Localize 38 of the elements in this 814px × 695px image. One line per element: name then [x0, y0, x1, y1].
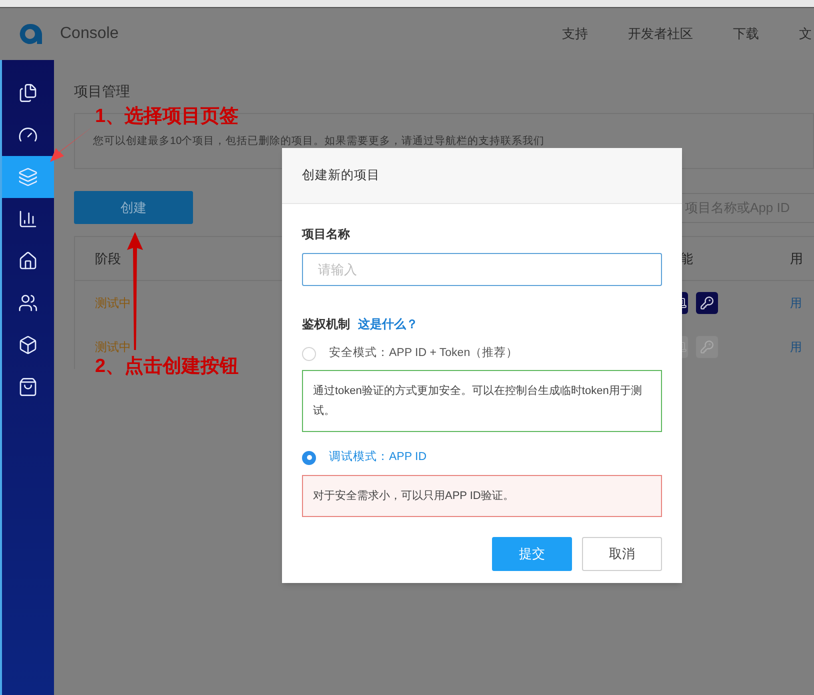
create-button[interactable]: 创建 — [74, 191, 193, 224]
users-icon — [18, 293, 38, 313]
radio-button[interactable] — [302, 450, 316, 465]
annotation-text: 1、选择项目页签 — [95, 106, 239, 128]
notice-text: 您可以创建最多10个项目，包括已删除的项目。如果需要更多，请通过导航栏的支持联系我们 — [93, 134, 545, 149]
key-icon — [700, 340, 714, 354]
brand-name: Console — [60, 24, 119, 44]
box-icon — [18, 335, 38, 355]
nav-link[interactable]: 下载 — [733, 24, 759, 44]
input-field[interactable]: 请输入 — [302, 253, 662, 286]
nav-link[interactable]: 文 — [799, 24, 812, 44]
page-title: 项目管理 — [74, 82, 130, 100]
description-text: 对于安全需求小，可以只用APP ID验证。 — [313, 488, 515, 504]
key-icon-button[interactable] — [696, 292, 718, 314]
bar-chart-icon — [18, 209, 38, 229]
documents-icon — [18, 83, 38, 103]
field-label: 项目名称 — [302, 226, 350, 243]
layers-icon — [18, 167, 38, 187]
field-label: 鉴权机制 — [302, 316, 350, 333]
key-icon — [700, 296, 714, 310]
description-text: 通过token验证的方式更加安全。可以在控制台生成临时token用于测试。 — [313, 384, 643, 420]
annotation-text: 2、点击创建按钮 — [95, 356, 239, 378]
submit-button[interactable]: 提交 — [492, 536, 572, 570]
house-icon — [18, 251, 38, 271]
row-link[interactable]: 用 — [790, 294, 802, 312]
nav-link[interactable]: 支持 — [562, 24, 588, 44]
modal-title: 创建新的项目 — [302, 167, 380, 184]
help-link[interactable]: 这是什么？ — [358, 315, 418, 333]
cancel-button[interactable]: 取消 — [582, 536, 662, 570]
bag-icon — [18, 377, 38, 397]
column-header: 用 — [790, 250, 803, 268]
column-header: 阶段 — [95, 250, 122, 268]
radio-option[interactable]: 调试模式：APP ID — [302, 449, 426, 466]
stage-cell: 测试中 — [95, 296, 131, 310]
nav-link[interactable]: 开发者社区 — [628, 24, 693, 44]
stage-cell: 测试中 — [95, 340, 131, 354]
radio-option[interactable]: 安全模式：APP ID + Token（推荐） — [302, 345, 518, 362]
logo-icon — [18, 23, 42, 45]
